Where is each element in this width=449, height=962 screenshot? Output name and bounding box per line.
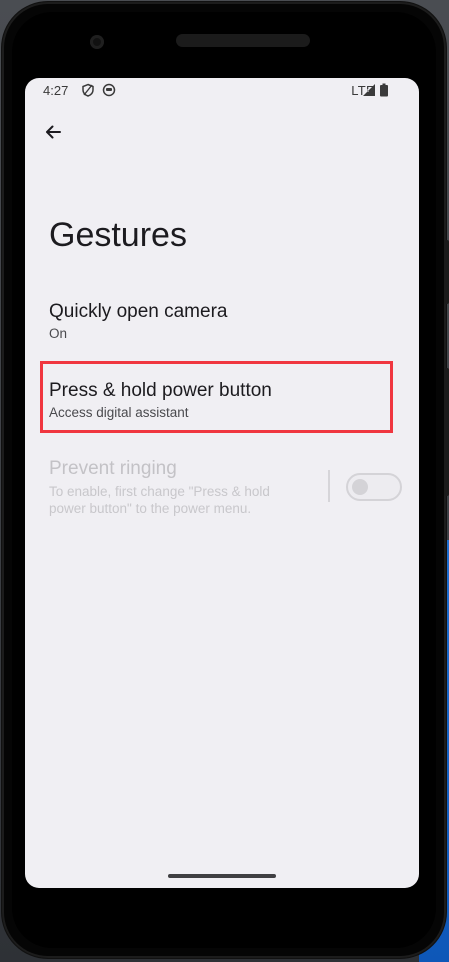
arrow-back-icon <box>46 125 61 139</box>
prevent-ringing-switch[interactable] <box>346 473 402 501</box>
earpiece-speaker <box>176 34 310 47</box>
pref-summary: On <box>49 326 68 341</box>
pref-title: Quickly open camera <box>49 301 228 322</box>
gesture-nav-handle[interactable] <box>168 874 276 878</box>
switch-thumb <box>352 479 368 495</box>
pref-summary-line-1: To enable, first change "Press & hold <box>49 484 270 499</box>
phone-screen: 4:27 LTE Gestures Quickly open camera On <box>25 78 419 888</box>
pref-title: Prevent ringing <box>49 458 177 479</box>
back-button[interactable] <box>39 118 67 146</box>
signal-icon <box>363 84 375 96</box>
status-bar: 4:27 LTE <box>25 78 419 104</box>
shield-icon <box>82 83 94 97</box>
pref-summary-line-2: power button" to the power menu. <box>49 501 252 516</box>
front-camera <box>90 35 104 49</box>
pref-prevent-ringing[interactable]: Prevent ringing To enable, first change … <box>49 457 319 517</box>
face-icon <box>102 83 116 97</box>
switch-divider <box>328 470 330 502</box>
status-time: 4:27 <box>43 83 69 98</box>
page-title: Gestures <box>49 216 187 254</box>
battery-icon <box>380 83 388 97</box>
highlight-box <box>40 361 393 433</box>
volume-key <box>444 368 449 496</box>
pref-quickly-open-camera[interactable]: Quickly open camera On <box>49 300 389 343</box>
power-key <box>444 240 449 304</box>
